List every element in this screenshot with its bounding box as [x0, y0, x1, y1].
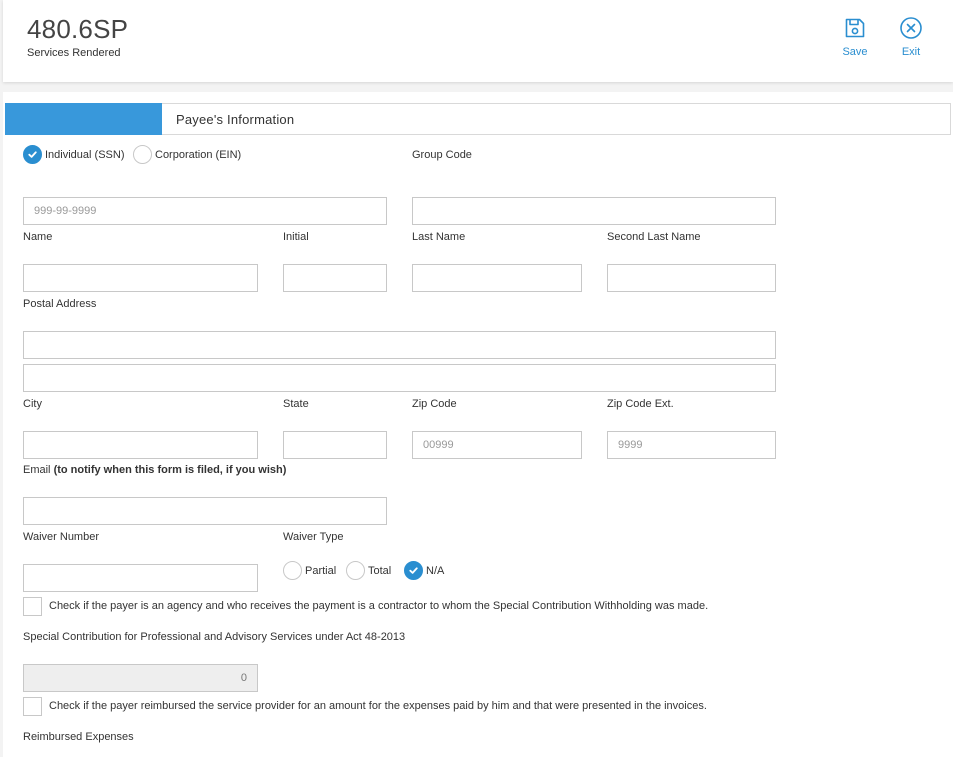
zip-code-input[interactable]: [412, 431, 582, 459]
exit-button[interactable]: Exit: [891, 16, 931, 58]
ssn-input[interactable]: [23, 197, 387, 225]
agency-checkbox-label: Check if the payer is an agency and who …: [49, 600, 709, 612]
save-icon: [845, 18, 865, 38]
postal-address-line2-input[interactable]: [23, 364, 776, 392]
reimbursed-checkbox-label: Check if the payer reimbursed the servic…: [49, 700, 707, 712]
group-code-label: Group Code: [412, 149, 472, 161]
special-contribution-label: Special Contribution for Professional an…: [23, 631, 406, 643]
tab-label: Payee's Information: [176, 112, 295, 127]
radio-waiver-total[interactable]: Total: [346, 561, 391, 580]
city-label: City: [23, 398, 42, 410]
form-subtitle: Services Rendered: [27, 47, 121, 59]
payee-info-tab[interactable]: Payee's Information: [5, 103, 951, 135]
radio-circle: [346, 561, 365, 580]
check-icon: [409, 567, 418, 574]
email-input[interactable]: [23, 497, 387, 525]
tab-accent: [5, 103, 162, 135]
reimbursed-checkbox[interactable]: [23, 697, 42, 716]
initial-input[interactable]: [283, 264, 387, 292]
radio-label: Individual (SSN): [45, 148, 125, 161]
reimbursed-expenses-label: Reimbursed Expenses: [23, 731, 134, 743]
radio-individual-ssn[interactable]: Individual (SSN): [23, 145, 124, 164]
special-contribution-input: [23, 664, 258, 692]
postal-address-line1-input[interactable]: [23, 331, 776, 359]
waiver-number-label: Waiver Number: [23, 531, 99, 543]
close-circle-icon: [900, 17, 922, 39]
zip-code-label: Zip Code: [412, 398, 457, 410]
waiver-number-input[interactable]: [23, 564, 258, 592]
email-label-text: Email: [23, 464, 51, 476]
initial-label: Initial: [283, 231, 309, 243]
postal-address-label: Postal Address: [23, 298, 97, 310]
save-label: Save: [842, 46, 868, 58]
last-name-label: Last Name: [412, 231, 466, 243]
radio-circle: [404, 561, 423, 580]
second-last-name-input[interactable]: [607, 264, 776, 292]
last-name-input[interactable]: [412, 264, 582, 292]
radio-label: N/A: [426, 564, 445, 577]
waiver-type-label: Waiver Type: [283, 531, 344, 543]
radio-label: Partial: [305, 564, 337, 577]
radio-waiver-na[interactable]: N/A: [404, 561, 444, 580]
radio-label: Corporation (EIN): [155, 148, 242, 161]
form-title: 480.6SP: [27, 14, 129, 44]
radio-circle: [283, 561, 302, 580]
state-input[interactable]: [283, 431, 387, 459]
exit-label: Exit: [901, 46, 921, 58]
radio-circle: [23, 145, 42, 164]
name-label: Name: [23, 231, 53, 243]
second-last-name-label: Second Last Name: [607, 231, 701, 243]
email-label: Email (to notify when this form is filed…: [23, 464, 286, 476]
radio-waiver-partial[interactable]: Partial: [283, 561, 336, 580]
save-button[interactable]: Save: [835, 16, 875, 58]
zip-code-ext-label: Zip Code Ext.: [607, 398, 674, 410]
state-label: State: [283, 398, 309, 410]
zip-code-ext-input[interactable]: [607, 431, 776, 459]
form-content: Payee's Information: [3, 92, 953, 757]
header-bar: 480.6SP Services Rendered Save Exit: [3, 0, 953, 82]
city-input[interactable]: [23, 431, 258, 459]
check-icon: [28, 151, 37, 158]
name-input[interactable]: [23, 264, 258, 292]
group-code-input[interactable]: [412, 197, 776, 225]
agency-checkbox[interactable]: [23, 597, 42, 616]
radio-label: Total: [368, 564, 392, 577]
email-note: (to notify when this form is filed, if y…: [53, 464, 287, 476]
radio-circle: [133, 145, 152, 164]
radio-corporation-ein[interactable]: Corporation (EIN): [133, 145, 241, 164]
